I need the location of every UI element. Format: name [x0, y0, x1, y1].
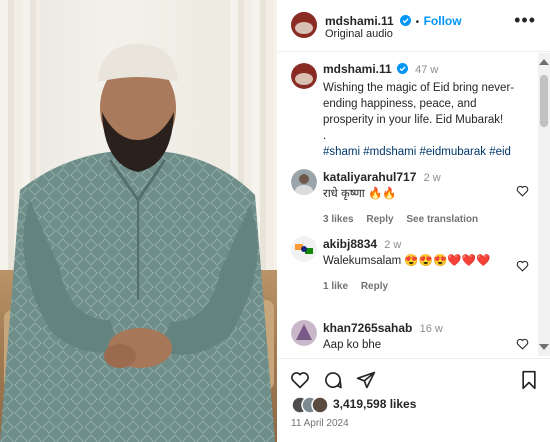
scroll-up-arrow-icon[interactable]	[539, 59, 549, 65]
comment-icon[interactable]	[323, 370, 343, 390]
verified-badge-icon	[400, 15, 412, 26]
comment-likes[interactable]: 3 likes	[323, 214, 354, 225]
post-header: mdshami.11 • Follow Original audio •••	[277, 0, 550, 52]
caption-username[interactable]: mdshami.11	[323, 62, 392, 76]
caption-avatar[interactable]	[291, 63, 317, 89]
heart-icon[interactable]	[516, 185, 529, 197]
follow-button[interactable]: Follow	[424, 14, 462, 28]
comment-time: 16 w	[419, 323, 443, 335]
avatar[interactable]	[291, 12, 317, 38]
comment-username[interactable]: khan7265sahab	[323, 321, 412, 335]
likes-row[interactable]: 3,419,598 likes	[291, 396, 541, 414]
comment-avatar[interactable]	[291, 169, 317, 195]
comment-avatar[interactable]	[291, 320, 317, 346]
action-bar	[277, 366, 550, 394]
verified-badge-icon	[396, 63, 408, 74]
comment-username[interactable]: akibj8834	[323, 237, 377, 251]
caption-text: Wishing the magic of Eid bring never-end…	[323, 82, 515, 126]
bookmark-icon[interactable]	[519, 370, 539, 390]
post-details-panel: mdshami.11 • Follow Original audio ••• m…	[277, 0, 550, 442]
more-options-icon[interactable]: •••	[514, 11, 536, 29]
comment-avatar[interactable]	[291, 236, 317, 262]
comment-time: 2 w	[384, 239, 402, 251]
comment-text: Aap ko bhe	[323, 339, 382, 351]
liker-avatars	[291, 396, 329, 414]
post-date: 11 April 2024	[291, 418, 349, 429]
separator-dot: •	[415, 17, 420, 28]
person-figure	[0, 44, 275, 442]
see-translation-button[interactable]: See translation	[406, 214, 478, 225]
post-video[interactable]	[0, 0, 277, 442]
comment-likes[interactable]: 1 like	[323, 281, 348, 292]
divider	[277, 358, 550, 359]
comment-time: 2 w	[423, 172, 441, 184]
scroll-down-arrow-icon[interactable]	[539, 344, 549, 350]
reply-button[interactable]: Reply	[366, 214, 393, 225]
caption-time: 47 w	[415, 64, 439, 76]
comments-scrollbar[interactable]	[538, 53, 550, 356]
scroll-thumb[interactable]	[540, 75, 548, 127]
comment-username[interactable]: kataliyarahul717	[323, 170, 416, 184]
audio-label[interactable]: Original audio	[325, 28, 393, 40]
heart-icon[interactable]	[516, 338, 529, 350]
share-icon[interactable]	[356, 370, 376, 390]
comments-list: mdshami.11 47 w Wishing the magic of Eid…	[277, 53, 539, 356]
likes-count[interactable]: 3,419,598 likes	[333, 397, 416, 411]
heart-icon[interactable]	[516, 260, 529, 272]
caption-hashtags[interactable]: #shami #mdshami #eidmubarak #eid	[323, 144, 528, 160]
header-username[interactable]: mdshami.11	[325, 14, 394, 28]
comment-text: राधे कृष्णा 🔥🔥	[323, 188, 397, 200]
reply-button[interactable]: Reply	[361, 281, 388, 292]
like-heart-icon[interactable]	[290, 370, 310, 390]
comment-text: Walekumsalam 😍😍😍❤️❤️❤️	[323, 255, 491, 267]
caption-dot: .	[323, 130, 327, 142]
